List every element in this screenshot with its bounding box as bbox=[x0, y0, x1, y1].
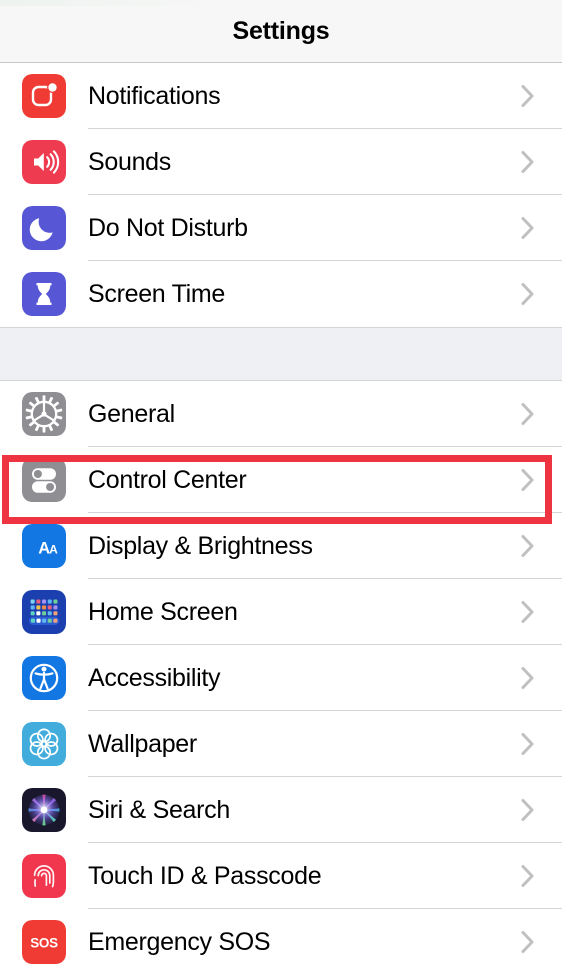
svg-text:A: A bbox=[49, 542, 58, 556]
settings-row-label: Sounds bbox=[88, 147, 171, 176]
settings-row-accessibility[interactable]: Accessibility bbox=[0, 645, 562, 711]
settings-row-control-center[interactable]: Control Center bbox=[0, 447, 562, 513]
settings-list[interactable]: Notifications Sounds Do Not Disturb Screen … bbox=[0, 63, 562, 975]
chevron-right-icon bbox=[520, 83, 536, 109]
chevron-right-icon bbox=[520, 149, 536, 175]
settings-group-2: General Control Center A A Display & Brightn… bbox=[0, 381, 562, 975]
settings-row-label: Screen Time bbox=[88, 279, 226, 308]
chevron-right-icon bbox=[520, 731, 536, 757]
settings-row-do-not-disturb[interactable]: Do Not Disturb bbox=[0, 195, 562, 261]
wallpaper-icon bbox=[22, 722, 66, 766]
section-gap bbox=[0, 327, 562, 381]
settings-row-label: Siri & Search bbox=[88, 795, 230, 824]
settings-row-label: Do Not Disturb bbox=[88, 213, 248, 242]
settings-row-general[interactable]: General bbox=[0, 381, 562, 447]
svg-text:SOS: SOS bbox=[30, 936, 58, 951]
settings-row-display-brightness[interactable]: A A Display & Brightness bbox=[0, 513, 562, 579]
settings-row-label: Wallpaper bbox=[88, 729, 197, 758]
chevron-right-icon bbox=[520, 665, 536, 691]
settings-row-label: Control Center bbox=[88, 465, 247, 494]
chevron-right-icon bbox=[520, 467, 536, 493]
home-screen-icon bbox=[22, 590, 66, 634]
settings-row-screen-time[interactable]: Screen Time bbox=[0, 261, 562, 327]
touch-id-passcode-icon bbox=[22, 854, 66, 898]
screen-time-icon bbox=[22, 272, 66, 316]
chevron-right-icon bbox=[520, 599, 536, 625]
navigation-bar: Settings bbox=[0, 0, 562, 63]
chevron-right-icon bbox=[520, 929, 536, 955]
settings-group-1: Notifications Sounds Do Not Disturb Screen … bbox=[0, 63, 562, 327]
page-title: Settings bbox=[232, 16, 330, 45]
chevron-right-icon bbox=[520, 401, 536, 427]
display-brightness-icon: AA bbox=[22, 524, 66, 568]
chevron-right-icon bbox=[520, 797, 536, 823]
general-gear-icon bbox=[22, 392, 66, 436]
sounds-icon bbox=[22, 140, 66, 184]
settings-row-label: Notifications bbox=[88, 81, 221, 110]
chevron-right-icon bbox=[520, 215, 536, 241]
settings-row-emergency-sos[interactable]: SOS Emergency SOS bbox=[0, 909, 562, 975]
emergency-sos-icon: SOS bbox=[22, 920, 66, 964]
do-not-disturb-icon bbox=[22, 206, 66, 250]
chevron-right-icon bbox=[520, 863, 536, 889]
settings-row-siri-search[interactable]: Siri & Search bbox=[0, 777, 562, 843]
control-center-icon bbox=[22, 458, 66, 502]
settings-row-label: General bbox=[88, 399, 175, 428]
settings-row-label: Display & Brightness bbox=[88, 531, 313, 560]
settings-row-wallpaper[interactable]: Wallpaper bbox=[0, 711, 562, 777]
settings-row-label: Home Screen bbox=[88, 597, 238, 626]
settings-row-notifications[interactable]: Notifications bbox=[0, 63, 562, 129]
notifications-icon bbox=[22, 74, 66, 118]
settings-row-label: Emergency SOS bbox=[88, 927, 271, 956]
settings-row-touch-id-passcode[interactable]: Touch ID & Passcode bbox=[0, 843, 562, 909]
siri-search-icon bbox=[22, 788, 66, 832]
chevron-right-icon bbox=[520, 281, 536, 307]
accessibility-icon bbox=[22, 656, 66, 700]
settings-row-home-screen[interactable]: Home Screen bbox=[0, 579, 562, 645]
settings-row-label: Touch ID & Passcode bbox=[88, 861, 322, 890]
settings-row-sounds[interactable]: Sounds bbox=[0, 129, 562, 195]
settings-row-label: Accessibility bbox=[88, 663, 221, 692]
chevron-right-icon bbox=[520, 533, 536, 559]
